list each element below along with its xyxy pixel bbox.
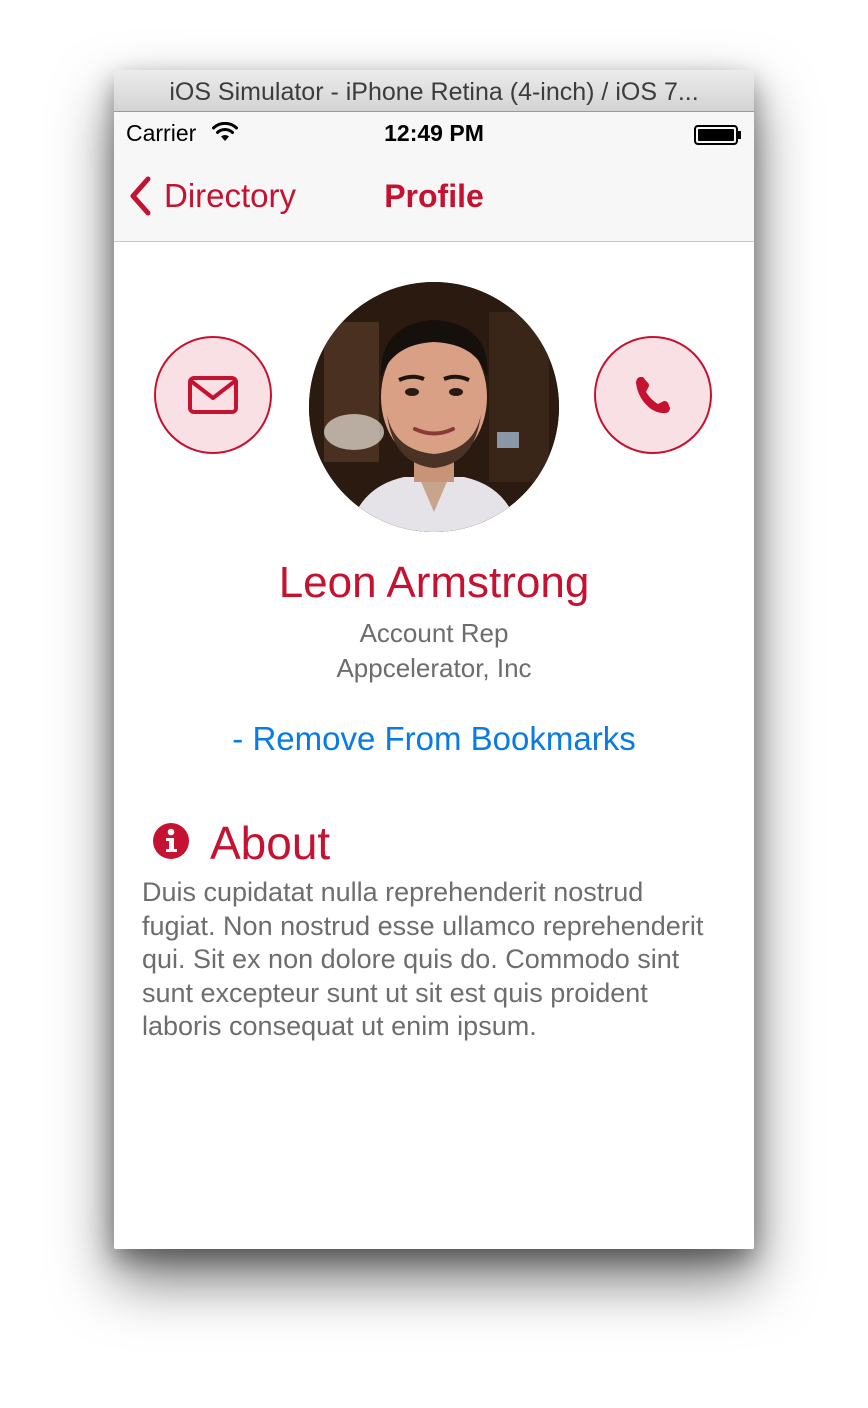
about-body: Duis cupidatat nulla reprehenderit nostr… [142, 877, 704, 1041]
email-button[interactable] [154, 336, 272, 454]
profile-name: Leon Armstrong [278, 558, 590, 607]
status-time: 12:49 PM [384, 120, 484, 146]
phone-button[interactable] [594, 336, 712, 454]
nav-title: Profile [384, 178, 484, 214]
window-title: iOS Simulator - iPhone Retina (4-inch) /… [169, 78, 699, 106]
battery-icon [694, 125, 742, 150]
profile-role: Account Rep [359, 618, 509, 648]
navigation-bar: Carrier 12:49 PM Directory Profile [114, 112, 754, 242]
phone-icon [636, 377, 670, 414]
profile-company: Appcelerator, Inc [336, 653, 532, 683]
simulator-window: iOS Simulator - iPhone Retina (4-inch) /… [114, 70, 754, 1249]
profile-avatar [309, 282, 559, 532]
window-titlebar[interactable]: iOS Simulator - iPhone Retina (4-inch) /… [114, 70, 754, 112]
remove-bookmark-button[interactable]: - Remove From Bookmarks [114, 720, 754, 758]
about-heading: About [210, 817, 331, 869]
info-icon [152, 822, 190, 865]
envelope-icon [188, 376, 238, 414]
device-screen: Carrier 12:49 PM Directory Profile Leon … [114, 112, 754, 1249]
profile-photo [309, 282, 559, 532]
